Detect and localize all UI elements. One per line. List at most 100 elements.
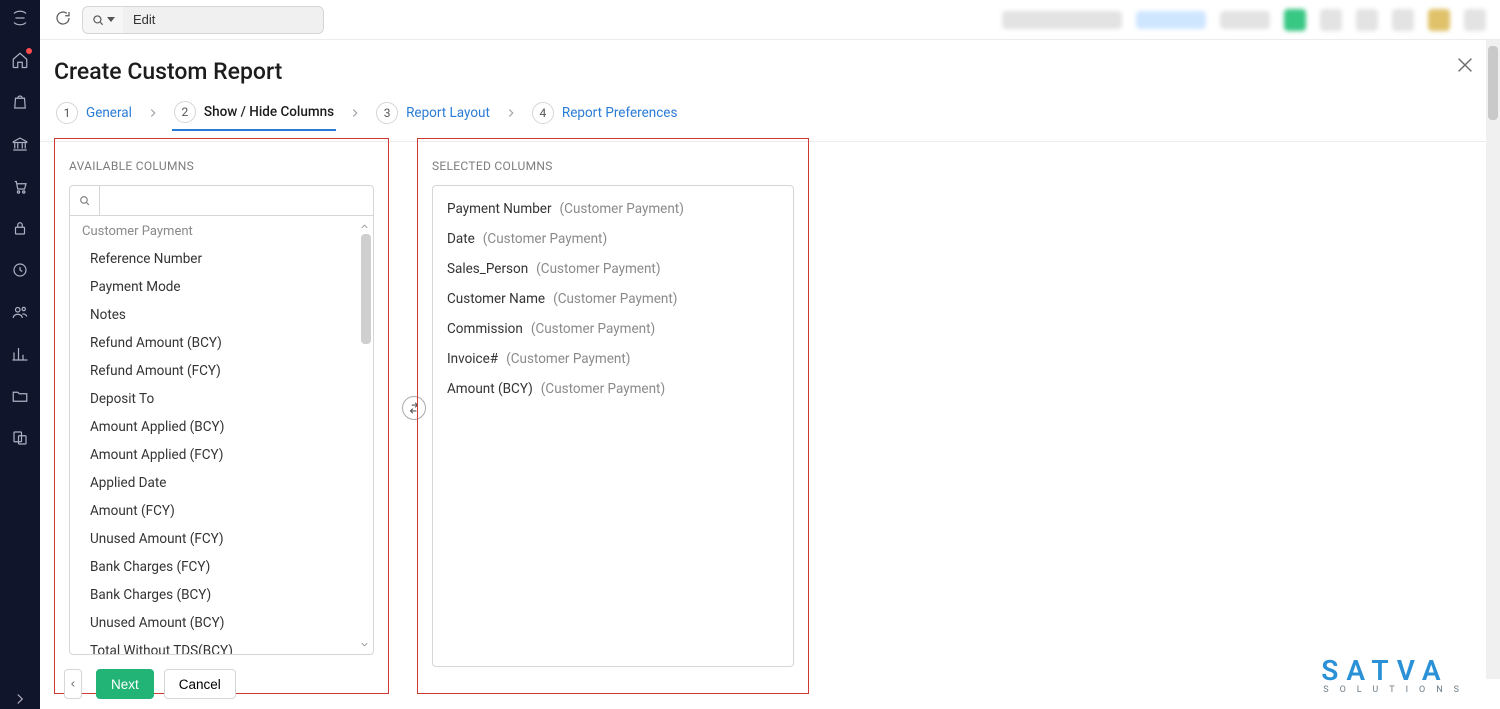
step-number: 2 [174,101,196,123]
available-columns-box: Customer Payment Reference NumberPayment… [69,185,374,655]
available-column-item[interactable]: Notes [70,301,373,329]
bag-icon[interactable] [10,92,30,112]
refresh-button[interactable] [54,9,72,31]
step-report-preferences[interactable]: 4 Report Preferences [530,96,680,130]
wizard-steps: 1 General 2 Show / Hide Columns 3 Report… [40,95,1500,142]
available-group-header: Customer Payment [70,216,373,245]
page-title: Create Custom Report [40,40,1500,95]
available-search-input[interactable] [100,193,373,208]
selected-columns-box: Payment Number(Customer Payment)Date(Cus… [432,185,794,667]
selected-column-source: (Customer Payment) [553,291,677,307]
selected-column-item[interactable]: Date(Customer Payment) [433,224,793,254]
next-button[interactable]: Next [96,669,154,699]
wizard-footer: Next Cancel [64,669,236,699]
step-report-layout[interactable]: 3 Report Layout [374,96,492,130]
selected-column-item[interactable]: Sales_Person (Customer Payment) [433,254,793,284]
blurred-item [1002,11,1122,29]
selected-column-name: Sales_Person [447,261,528,277]
selected-columns-frame: SELECTED COLUMNS Payment Number (Customer… [417,138,809,694]
available-column-item[interactable]: Deposit To [70,385,373,413]
blurred-item [1356,9,1378,31]
scroll-up-icon[interactable] [359,220,371,232]
bank-icon[interactable] [10,134,30,154]
selected-column-source: (Customer Payment) [560,201,684,217]
cancel-button[interactable]: Cancel [164,669,236,699]
blurred-item [1464,9,1486,31]
selected-column-source: (Customer Payment) [531,321,655,337]
selected-column-source: (Customer Payment) [506,351,630,367]
selected-column-name: Amount (BCY) [447,381,533,397]
chart-icon[interactable] [10,344,30,364]
selected-column-source: (Customer Payment) [541,381,665,397]
docshare-icon[interactable] [10,428,30,448]
selected-columns-title: SELECTED COLUMNS [432,159,794,173]
available-column-item[interactable]: Unused Amount (FCY) [70,525,373,553]
available-column-item[interactable]: Amount Applied (FCY) [70,441,373,469]
step-general[interactable]: 1 General [54,96,134,130]
selected-column-item[interactable]: Commission (Customer Payment) [433,314,793,344]
people-icon[interactable] [10,302,30,322]
selected-column-name: Payment Number [447,201,552,217]
back-button[interactable] [64,669,82,699]
available-column-item[interactable]: Amount Applied (BCY) [70,413,373,441]
selected-column-item[interactable]: Customer Name (Customer Payment) [433,284,793,314]
watermark: SATVA SOLUTIONS [1321,654,1470,695]
step-show-hide-columns[interactable]: 2 Show / Hide Columns [172,95,336,131]
cart-icon[interactable] [10,176,30,196]
selected-column-name: Commission [447,321,523,337]
step-number: 1 [56,102,78,124]
scrollbar-thumb[interactable] [361,234,371,344]
search-icon [70,186,100,215]
available-column-item[interactable]: Payment Mode [70,273,373,301]
available-column-item[interactable]: Refund Amount (FCY) [70,357,373,385]
selected-column-name: Customer Name [447,291,545,307]
chevron-right-icon [146,106,160,120]
available-columns-list: Customer Payment Reference NumberPayment… [70,216,373,654]
selected-column-item[interactable]: Invoice# (Customer Payment) [433,344,793,374]
columns-editor: AVAILABLE COLUMNS Customer [54,138,1500,709]
selected-column-item[interactable]: Payment Number (Customer Payment) [433,194,793,224]
selected-column-name: Invoice# [447,351,498,367]
page-scrollbar-thumb[interactable] [1488,46,1498,120]
global-search [82,6,324,34]
folder-icon[interactable] [10,386,30,406]
close-button[interactable] [1454,54,1476,76]
available-column-item[interactable]: Refund Amount (BCY) [70,329,373,357]
search-input[interactable] [123,7,323,33]
available-column-item[interactable]: Applied Date [70,469,373,497]
step-number: 4 [532,102,554,124]
expand-sidebar-icon[interactable] [10,689,30,709]
available-column-item[interactable]: Unused Amount (BCY) [70,609,373,637]
available-column-item[interactable]: Amount (FCY) [70,497,373,525]
blurred-item [1220,11,1270,29]
step-label: Show / Hide Columns [204,104,334,120]
chevron-right-icon [348,106,362,120]
available-column-item[interactable]: Reference Number [70,245,373,273]
available-columns-frame: AVAILABLE COLUMNS Customer [54,138,389,694]
caret-down-icon [107,17,115,22]
clock-icon[interactable] [10,260,30,280]
available-columns-title: AVAILABLE COLUMNS [69,159,374,173]
step-label: General [86,105,132,121]
selected-column-item[interactable]: Amount (BCY) (Customer Payment) [433,374,793,404]
lock-icon[interactable] [10,218,30,238]
watermark-brand: SATVA [1321,654,1470,687]
page-scrollbar-track[interactable] [1486,40,1500,679]
available-column-item[interactable]: Bank Charges (FCY) [70,553,373,581]
blurred-item [1428,9,1450,31]
blurred-item [1392,9,1414,31]
sidebar-item-home[interactable] [10,50,30,70]
selected-column-source: (Customer Payment) [536,261,660,277]
blurred-item [1284,9,1306,31]
search-scope-dropdown[interactable] [83,7,123,33]
notification-badge [26,48,32,54]
step-label: Report Layout [406,105,490,121]
step-number: 3 [376,102,398,124]
top-bar [40,0,1500,40]
selected-column-source: (Customer Payment) [483,231,607,247]
logo-icon[interactable] [10,8,30,28]
available-column-item[interactable]: Total Without TDS(BCY) [70,637,373,654]
scroll-down-icon[interactable] [359,638,371,650]
available-column-item[interactable]: Bank Charges (BCY) [70,581,373,609]
top-right-actions [1002,9,1486,31]
